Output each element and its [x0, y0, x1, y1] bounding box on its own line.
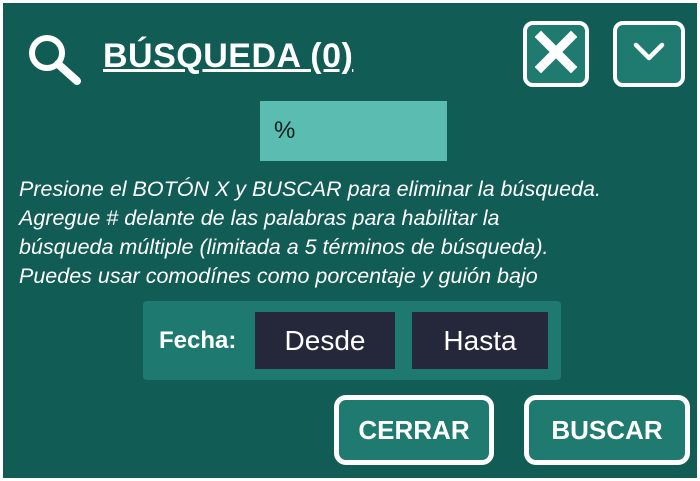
search-button[interactable]: BUSCAR: [524, 395, 690, 465]
search-input[interactable]: [260, 101, 447, 161]
chevron-down-icon: [632, 40, 666, 69]
collapse-button[interactable]: [613, 21, 685, 87]
close-search-button[interactable]: [523, 21, 589, 87]
help-line: Puedes usar comodínes como porcentaje y …: [19, 264, 538, 288]
close-icon: [534, 30, 578, 79]
date-label: Fecha:: [159, 327, 237, 354]
date-filter: Fecha: Desde Hasta: [143, 301, 561, 380]
date-to-button[interactable]: Hasta: [412, 312, 548, 369]
dialog-title: BÚSQUEDA (0): [103, 37, 354, 75]
help-line: búsqueda múltiple (limitada a 5 términos…: [19, 235, 549, 259]
date-from-button[interactable]: Desde: [255, 312, 395, 369]
help-line: Agregue # delante de las palabras para h…: [19, 206, 500, 230]
search-dialog: BÚSQUEDA (0) Presione el BOTÓN X y BUSCA…: [0, 0, 700, 481]
search-icon: [25, 33, 83, 85]
help-line: Presione el BOTÓN X y BUSCAR para elimin…: [19, 177, 601, 201]
close-button[interactable]: CERRAR: [334, 395, 494, 465]
help-text: Presione el BOTÓN X y BUSCAR para elimin…: [19, 175, 699, 291]
